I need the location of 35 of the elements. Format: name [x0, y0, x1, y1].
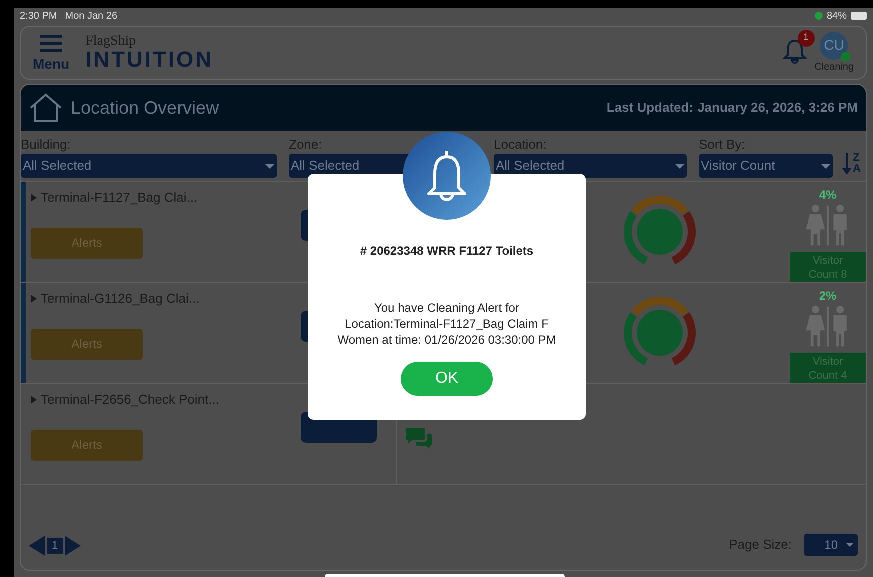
filter-dropdown[interactable]: All Selected — [21, 154, 277, 178]
filter-dropdown[interactable]: Visitor Count — [699, 154, 833, 178]
status-time: 2:30 PM — [20, 10, 58, 24]
notification-badge: 1 — [798, 30, 815, 46]
alert-title: # 20623348 WRR F1127 Toilets — [360, 243, 534, 260]
status-date: Mon Jan 26 — [65, 10, 118, 24]
menu-button[interactable]: Menu — [33, 35, 70, 71]
home-icon[interactable] — [29, 93, 63, 123]
next-page-button[interactable] — [65, 536, 81, 556]
page-number[interactable]: 1 — [47, 538, 63, 554]
last-updated-label: Last Updated: — [606, 99, 694, 118]
caret-icon — [821, 164, 831, 168]
usage-percent: 2% — [819, 288, 837, 305]
user-avatar[interactable]: CU — [820, 32, 848, 60]
usage-percent: 4% — [819, 187, 837, 204]
filter-dropdown[interactable]: All Selected — [494, 154, 687, 178]
ok-button[interactable]: OK — [401, 362, 493, 396]
chat-bubbles-icon[interactable] — [405, 426, 433, 450]
sort-direction-icon[interactable]: Z A — [841, 150, 861, 178]
expand-arrow-icon[interactable] — [31, 396, 37, 404]
expand-arrow-icon[interactable] — [31, 194, 37, 202]
battery-percent: 84% — [826, 10, 847, 24]
expand-arrow-icon[interactable] — [31, 294, 37, 303]
brand-logo: INTUITION — [86, 49, 214, 71]
page-title: Location Overview — [71, 96, 220, 120]
down-arrow-icon — [841, 152, 853, 176]
bell-icon — [425, 148, 469, 204]
menu-icon — [40, 35, 62, 53]
last-updated-value: January 26, 2026, 3:26 PM — [698, 99, 858, 118]
caret-icon — [265, 164, 275, 168]
caret-icon — [675, 164, 685, 168]
page-size-dropdown[interactable]: 10 — [804, 534, 858, 556]
caret-icon — [846, 543, 854, 547]
battery-icon — [851, 12, 867, 20]
alert-message: You have Cleaning Alert for Location:Terminal-F1127_Bag Claim F Women at time: 01/26/2026 03:30:00 PM — [338, 300, 556, 348]
